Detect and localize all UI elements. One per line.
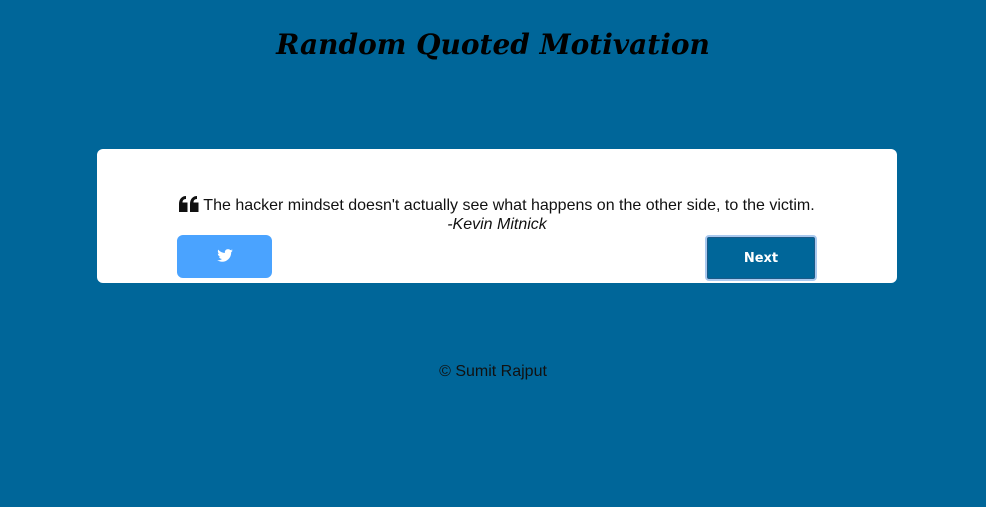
footer-copyright: © Sumit Rajput: [439, 363, 547, 380]
next-button[interactable]: Next: [705, 235, 817, 281]
quote-left-icon: [179, 196, 199, 217]
page-title: Random Quoted Motivation: [276, 28, 710, 61]
tweet-button[interactable]: [177, 235, 272, 278]
twitter-icon: [216, 248, 233, 265]
quote-line: The hacker mindset doesn't actually see …: [97, 196, 897, 217]
quote-text: The hacker mindset doesn't actually see …: [203, 197, 815, 214]
quote-card: The hacker mindset doesn't actually see …: [97, 149, 897, 283]
quote-author: -Kevin Mitnick: [447, 216, 547, 233]
